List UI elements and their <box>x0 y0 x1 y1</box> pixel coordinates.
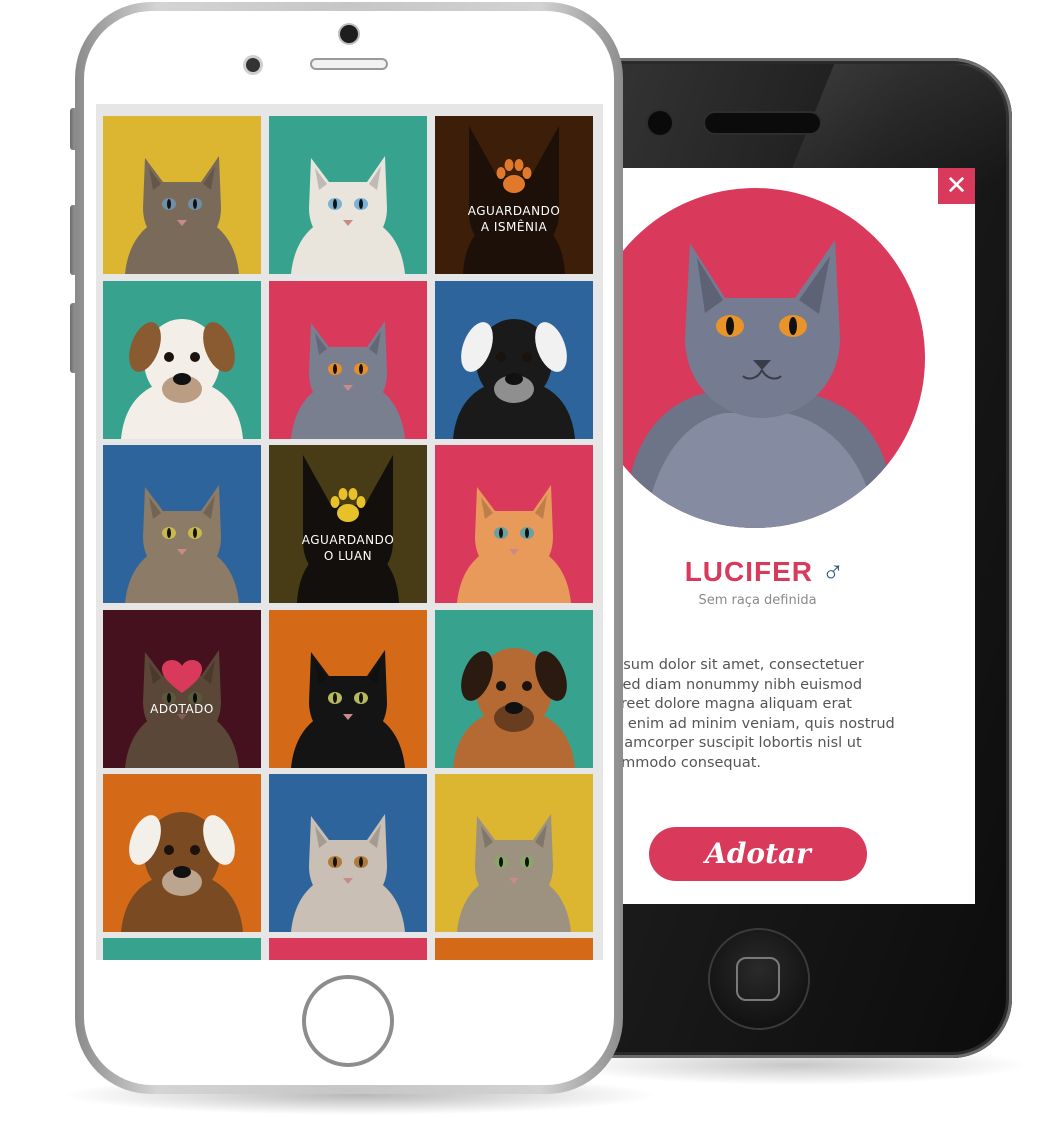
back-phone-speaker <box>705 113 820 133</box>
cat-photo <box>269 116 427 274</box>
status-label-line2: O LUAN <box>323 549 373 563</box>
cat-photo <box>435 445 593 603</box>
back-phone-gloss <box>785 64 1045 184</box>
back-phone-camera <box>648 111 672 135</box>
cat-photo <box>103 445 261 603</box>
pet-tile-dog[interactable] <box>103 774 261 932</box>
pet-grid-screen: AGUARDANDO A ISMÊNIA AGUARDANDO O LUAN ADOTA… <box>96 104 603 960</box>
dog-photo <box>435 281 593 439</box>
status-label-line1: AGUARDANDO <box>467 204 561 218</box>
pet-tile-partial[interactable] <box>103 938 261 960</box>
status-label: ADOTADO <box>150 702 214 716</box>
pet-photo <box>585 188 925 528</box>
front-phone-speaker <box>310 58 388 70</box>
adopt-button[interactable]: Adotar <box>649 827 867 881</box>
pet-tile-cat[interactable] <box>269 116 427 274</box>
paw-icon <box>494 158 534 200</box>
pet-tile-cat[interactable] <box>269 774 427 932</box>
heart-icon <box>162 660 202 698</box>
pet-tile-adopted[interactable]: ADOTADO <box>103 610 261 768</box>
pet-tile-cat[interactable] <box>435 774 593 932</box>
pet-tile-cat[interactable] <box>103 116 261 274</box>
cat-photo <box>269 610 427 768</box>
front-phone-home-button[interactable] <box>302 975 394 1067</box>
cat-illustration <box>625 240 895 528</box>
pet-tile-cat[interactable] <box>103 445 261 603</box>
pet-tile-cat[interactable] <box>269 610 427 768</box>
pet-tile-partial[interactable] <box>435 938 593 960</box>
cat-photo <box>269 281 427 439</box>
status-label-line1: AGUARDANDO <box>301 533 395 547</box>
dog-photo <box>103 774 261 932</box>
pet-tile-cat[interactable] <box>269 281 427 439</box>
dog-photo <box>103 281 261 439</box>
paw-icon <box>328 487 368 529</box>
cat-photo <box>103 116 261 274</box>
pet-name: LUCIFER <box>684 556 814 587</box>
pet-tile-pending[interactable]: AGUARDANDO O LUAN <box>269 445 427 603</box>
pet-tile-pending[interactable]: AGUARDANDO A ISMÊNIA <box>435 116 593 274</box>
pet-tile-cat[interactable] <box>435 445 593 603</box>
front-phone-sensor <box>246 58 260 72</box>
cat-photo <box>269 774 427 932</box>
pet-tile-dog[interactable] <box>103 281 261 439</box>
pet-tile-dog[interactable] <box>435 610 593 768</box>
close-button[interactable]: ✕ <box>938 168 975 204</box>
male-gender-icon: ♂ <box>821 555 846 588</box>
front-phone-camera <box>340 25 358 43</box>
dog-photo <box>435 610 593 768</box>
home-square-icon <box>736 957 780 1001</box>
pet-tile-dog[interactable] <box>435 281 593 439</box>
cat-photo <box>435 774 593 932</box>
pet-tile-partial[interactable] <box>269 938 427 960</box>
status-label-line2: A ISMÊNIA <box>480 220 548 234</box>
